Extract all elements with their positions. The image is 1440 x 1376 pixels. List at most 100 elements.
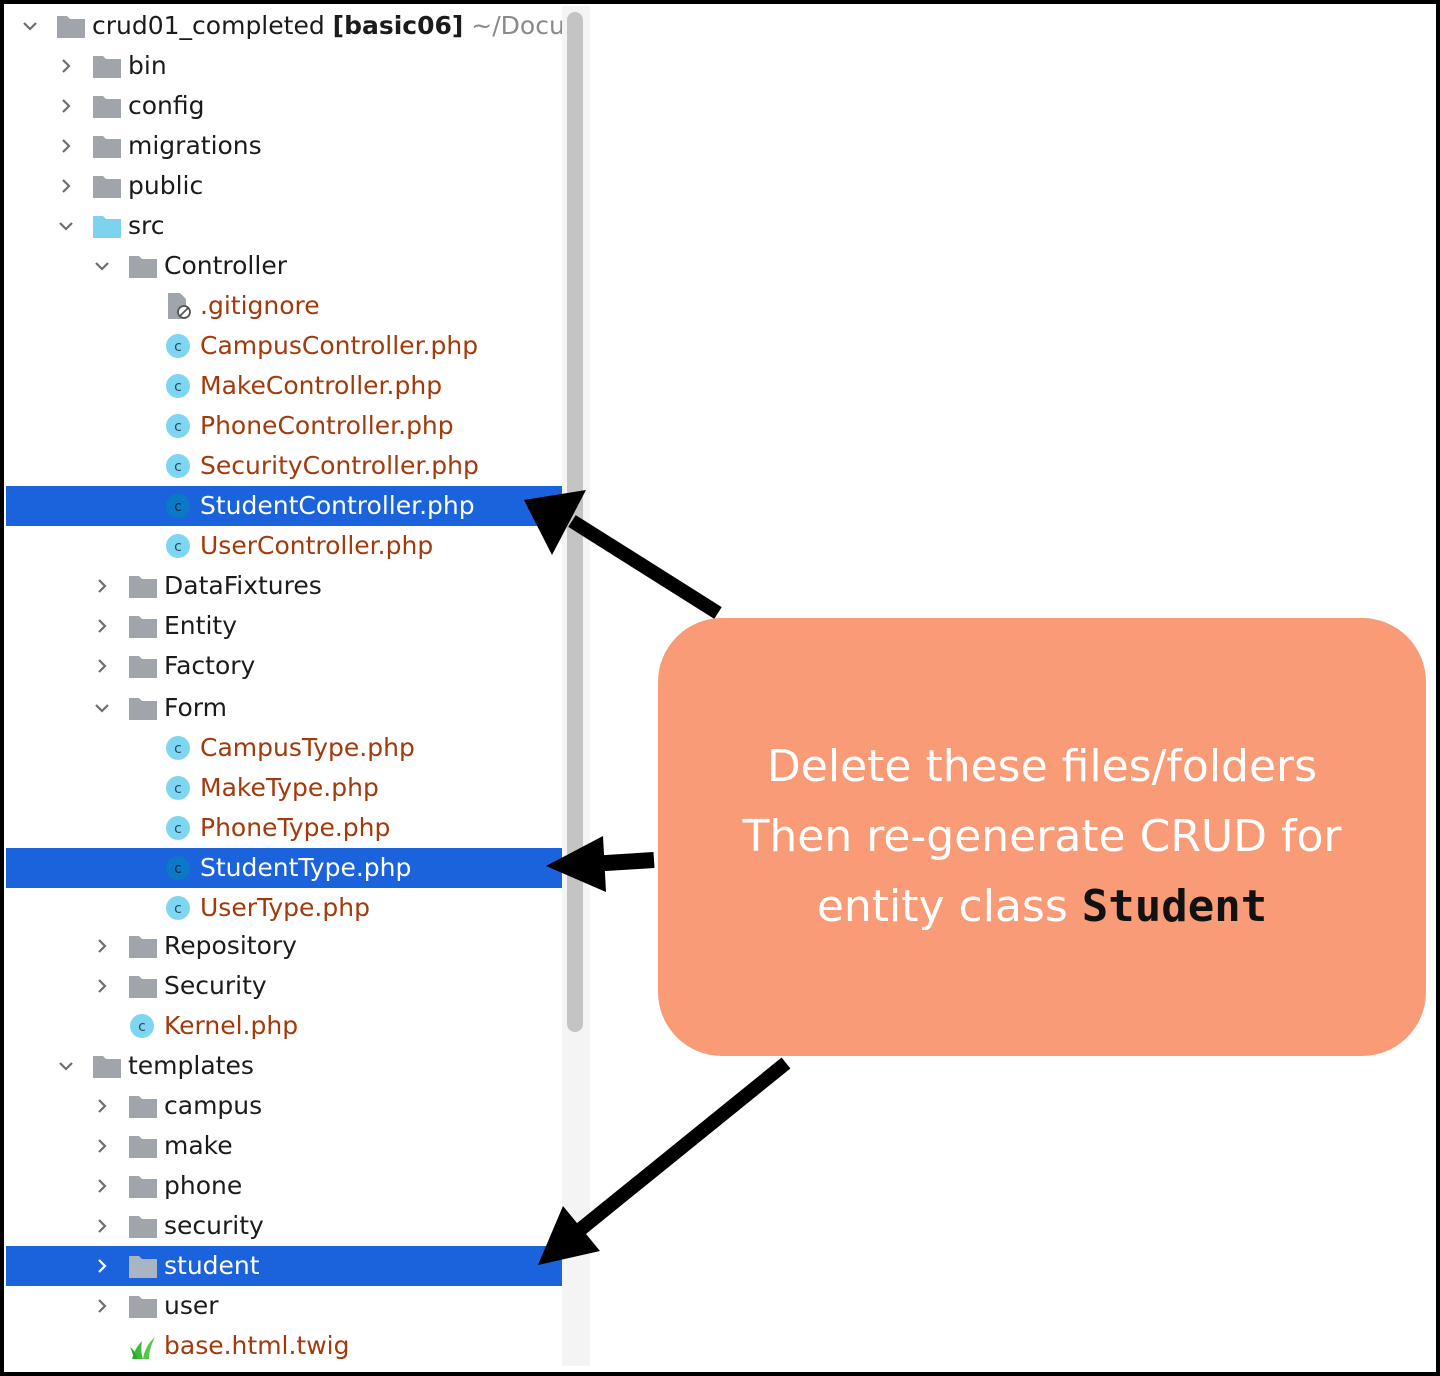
tree-item-config[interactable]: config (6, 86, 562, 126)
tree-item-make[interactable]: make (6, 1126, 562, 1166)
tree-item-repository[interactable]: Repository (6, 926, 562, 966)
tree-item-label: PhoneType.php (200, 813, 391, 842)
tree-item-label: Repository (164, 931, 297, 960)
tree-item-student[interactable]: student (6, 1246, 562, 1286)
tree-item-factory[interactable]: Factory (6, 646, 562, 686)
tree-item-label: public (128, 171, 204, 200)
tree-item-label: Controller (164, 251, 287, 280)
tree-item-src[interactable]: src (6, 206, 562, 246)
tree-item-label: campus (164, 1091, 263, 1120)
tree-item-label: PhoneController.php (200, 411, 454, 440)
folder-icon (128, 613, 158, 639)
tree-root[interactable]: crud01_completed [basic06] ~/Docu (6, 6, 565, 46)
tree-item-bin[interactable]: bin (6, 46, 562, 86)
chevron-right-icon[interactable] (92, 1136, 112, 1156)
class-file-icon: c (164, 855, 194, 881)
class-file-icon: c (164, 895, 194, 921)
tree-item-entity[interactable]: Entity (6, 606, 562, 646)
chevron-down-icon[interactable] (20, 16, 40, 36)
tree-item-label: UserType.php (200, 893, 370, 922)
folder-icon (92, 133, 122, 159)
tree-item-student-controller[interactable]: c StudentController.php (6, 486, 562, 526)
tree-item-templates[interactable]: templates (6, 1046, 562, 1086)
svg-text:c: c (174, 459, 182, 475)
callout-line-3: entity class Student (817, 872, 1267, 942)
tree-item-controller[interactable]: Controller (6, 246, 562, 286)
tree-item-security-controller[interactable]: c SecurityController.php (6, 446, 562, 486)
tree-item-phone-controller[interactable]: c PhoneController.php (6, 406, 562, 446)
callout-line-1: Delete these files/folders (766, 741, 1318, 792)
svg-text:c: c (174, 741, 182, 757)
chevron-right-icon[interactable] (92, 936, 112, 956)
tree-item-migrations[interactable]: migrations (6, 126, 562, 166)
tree-item-label: Kernel.php (164, 1011, 299, 1040)
chevron-right-icon[interactable] (92, 1216, 112, 1236)
tree-item-phone[interactable]: phone (6, 1166, 562, 1206)
chevron-down-icon[interactable] (56, 216, 76, 236)
tree-item-label: Factory (164, 651, 256, 680)
chevron-right-icon[interactable] (92, 1096, 112, 1116)
tree-item-datafixtures[interactable]: DataFixtures (6, 566, 562, 606)
folder-icon (128, 1293, 158, 1319)
chevron-right-icon[interactable] (92, 1256, 112, 1276)
folder-icon (92, 173, 122, 199)
chevron-right-icon[interactable] (92, 576, 112, 596)
tree-item-security-templates[interactable]: security (6, 1206, 562, 1246)
tree-item-label: security (164, 1211, 264, 1240)
chevron-down-icon[interactable] (92, 256, 112, 276)
chevron-right-icon[interactable] (92, 656, 112, 676)
tree-item-phone-type[interactable]: c PhoneType.php (6, 808, 562, 848)
class-file-icon: c (164, 413, 194, 439)
tree-item-user-controller[interactable]: c UserController.php (6, 526, 562, 566)
tree-item-label: student (164, 1251, 260, 1280)
tree-item-user[interactable]: user (6, 1286, 562, 1326)
tree-item-public[interactable]: public (6, 166, 562, 206)
class-file-icon: c (164, 493, 194, 519)
folder-icon (128, 695, 158, 721)
scrollbar-thumb[interactable] (567, 12, 583, 1032)
chevron-right-icon[interactable] (92, 616, 112, 636)
tree-item-make-type[interactable]: c MakeType.php (6, 768, 562, 808)
tree-item-make-controller[interactable]: c MakeController.php (6, 366, 562, 406)
chevron-down-icon[interactable] (56, 1056, 76, 1076)
class-file-icon: c (164, 333, 194, 359)
folder-icon (128, 1093, 158, 1119)
project-tree: crud01_completed [basic06] ~/Docu bin co… (6, 6, 565, 1366)
tree-item-campus-controller[interactable]: c CampusController.php (6, 326, 562, 366)
source-folder-icon (92, 213, 122, 239)
chevron-right-icon[interactable] (92, 1296, 112, 1316)
folder-icon (128, 253, 158, 279)
tree-item-kernel[interactable]: c Kernel.php (6, 1006, 562, 1046)
twig-file-icon (128, 1333, 158, 1359)
chevron-down-icon[interactable] (92, 698, 112, 718)
chevron-right-icon[interactable] (92, 1176, 112, 1196)
tree-item-security[interactable]: Security (6, 966, 562, 1006)
tree-item-form[interactable]: Form (6, 688, 562, 728)
class-file-icon: c (128, 1013, 158, 1039)
chevron-right-icon[interactable] (56, 56, 76, 76)
chevron-right-icon[interactable] (92, 976, 112, 996)
svg-text:c: c (174, 339, 182, 355)
tree-item-label: CampusType.php (200, 733, 415, 762)
tree-item-label: StudentType.php (200, 853, 412, 882)
tree-item-label: StudentController.php (200, 491, 475, 520)
class-file-icon: c (164, 735, 194, 761)
tree-item-label: make (164, 1131, 233, 1160)
tree-item-gitignore[interactable]: .gitignore (6, 286, 562, 326)
chevron-right-icon[interactable] (56, 176, 76, 196)
tree-item-base-twig[interactable]: base.html.twig (6, 1326, 562, 1366)
tree-item-student-type[interactable]: c StudentType.php (6, 848, 562, 888)
tree-item-campus-type[interactable]: c CampusType.php (6, 728, 562, 768)
tree-item-campus[interactable]: campus (6, 1086, 562, 1126)
tree-root-label: crud01_completed [basic06] ~/Docu (92, 11, 565, 41)
tree-item-user-type[interactable]: c UserType.php (6, 888, 562, 928)
tree-item-label: SecurityController.php (200, 451, 479, 480)
chevron-right-icon[interactable] (56, 96, 76, 116)
svg-text:c: c (174, 539, 182, 555)
svg-text:c: c (174, 901, 182, 917)
chevron-right-icon[interactable] (56, 136, 76, 156)
class-file-icon: c (164, 453, 194, 479)
svg-text:c: c (174, 821, 182, 837)
svg-text:c: c (174, 781, 182, 797)
tree-item-label: bin (128, 51, 167, 80)
